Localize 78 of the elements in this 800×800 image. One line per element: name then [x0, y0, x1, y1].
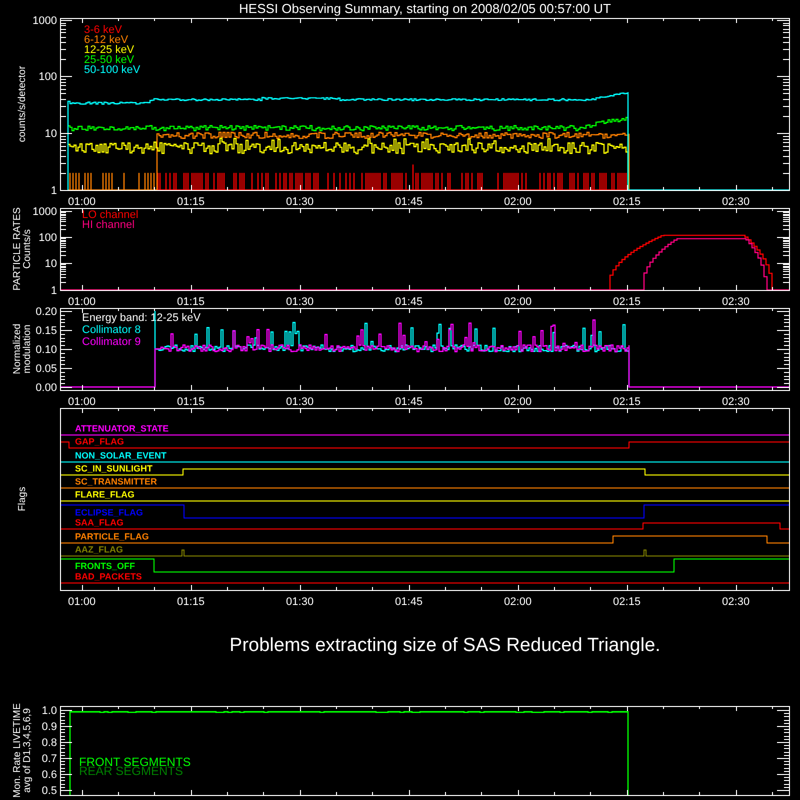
tick-label: 0.05 [36, 363, 57, 375]
tick-label: 01:00 [68, 396, 96, 408]
tick-label: 01:00 [68, 296, 96, 308]
tick-label: 10 [44, 128, 57, 140]
legend-label: 3-6 keV [84, 24, 122, 36]
tick-label: 1 [50, 285, 57, 297]
tick-label: 02:00 [504, 196, 532, 208]
flag-label: ECLIPSE_FLAG [75, 508, 144, 518]
tick-label: 0.00 [36, 382, 57, 394]
legend-label: 6-12 keV [84, 34, 128, 46]
legend-label: 25-50 keV [84, 54, 134, 66]
tick-label: 02:00 [504, 596, 532, 608]
tick-label: 02:30 [722, 196, 750, 208]
tick-label: 1 [50, 185, 57, 197]
message-text: Problems extracting size of SAS Reduced Triangle. [230, 635, 660, 656]
tick-label: 01:00 [68, 196, 96, 208]
tick-label: 01:45 [395, 596, 423, 608]
tick-label: 1.0 [42, 705, 57, 717]
tick-label: 100 [38, 232, 57, 244]
flag-label: BAD_PACKETS [75, 572, 142, 582]
axis-title: Flags [17, 486, 28, 512]
tick-label: 0.10 [36, 344, 57, 356]
flag-label: FRONTS_OFF [75, 561, 135, 571]
axis-title: Mon. Rate LIVETIME [12, 703, 23, 798]
flag-label: ATTENUATOR_STATE [75, 424, 169, 434]
flag-label: PARTICLE_FLAG [75, 532, 149, 542]
flag-label: FLARE_FLAG [75, 490, 134, 500]
legend-label: 12-25 keV [84, 44, 134, 56]
tick-label: 0.7 [42, 753, 57, 765]
tick-label: 02:15 [613, 596, 641, 608]
flag-label: GAP_FLAG [75, 436, 124, 446]
flag-label: AAZ_FLAG [75, 544, 123, 554]
tick-label: 01:45 [395, 396, 423, 408]
legend-label: LO channel [82, 209, 138, 221]
legend-label: HI channel [82, 219, 135, 231]
tick-label: 01:15 [177, 396, 205, 408]
tick-label: 02:15 [613, 396, 641, 408]
flag-label: SAA_FLAG [75, 518, 124, 528]
tick-label: 01:00 [68, 596, 96, 608]
tick-label: 01:30 [286, 296, 314, 308]
flag-label: NON_SOLAR_EVENT [75, 450, 167, 460]
tick-label: 0.5 [42, 785, 57, 797]
flag-label: SC_TRANSMITTER [75, 476, 158, 486]
flag-label: SC_IN_SUNLIGHT [75, 464, 153, 474]
tick-label: 01:30 [286, 196, 314, 208]
axis-title: PARTICLE RATES [12, 207, 23, 291]
tick-label: 02:15 [613, 296, 641, 308]
tick-label: 1000 [32, 206, 57, 218]
legend-label: 50-100 keV [84, 64, 140, 76]
tick-label: 02:30 [722, 596, 750, 608]
tick-label: 01:45 [395, 196, 423, 208]
tick-label: 02:00 [504, 296, 532, 308]
tick-label: 0.9 [42, 721, 57, 733]
tick-label: 02:15 [613, 196, 641, 208]
tick-label: 01:30 [286, 396, 314, 408]
tick-label: 01:15 [177, 596, 205, 608]
tick-label: 10 [44, 258, 57, 270]
tick-label: 0.15 [36, 325, 57, 337]
axis-title: modulation [22, 324, 33, 374]
legend-label: Collimator 9 [82, 336, 141, 348]
tick-label: 0.6 [42, 769, 57, 781]
tick-label: 01:30 [286, 596, 314, 608]
axis-title: avg of D1,3,4,5,6,9 [22, 708, 33, 793]
axis-title: Counts/s [22, 229, 33, 269]
tick-label: 0.8 [42, 737, 57, 749]
tick-label: 02:00 [504, 396, 532, 408]
tick-label: 02:30 [722, 296, 750, 308]
tick-label: 1000 [32, 15, 57, 27]
tick-label: 01:15 [177, 196, 205, 208]
axis-title: counts/s/detector [17, 66, 28, 142]
tick-label: 0.20 [36, 306, 57, 318]
tick-label: 01:15 [177, 296, 205, 308]
tick-label: 01:45 [395, 296, 423, 308]
chart-title: HESSI Observing Summary, starting on 2008/02/05 00:57:00 UT [239, 1, 611, 16]
axis-title: Normalized [12, 324, 23, 374]
legend-label: Collimator 8 [82, 324, 141, 336]
tick-label: 100 [38, 71, 57, 83]
tick-label: 02:30 [722, 396, 750, 408]
